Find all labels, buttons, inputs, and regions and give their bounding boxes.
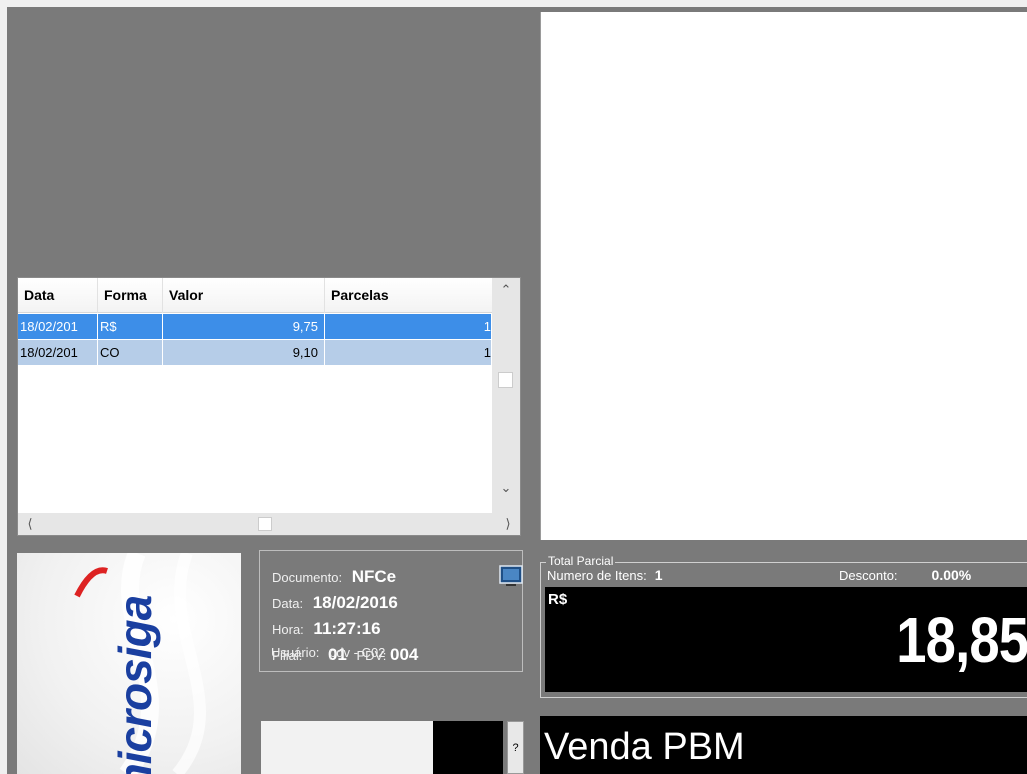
total-parcial-group: Total Parcial Numero de Itens: 1 Desconto… bbox=[540, 554, 1027, 698]
desconto: Desconto: 0.00% bbox=[839, 567, 971, 583]
currency-label: R$ bbox=[548, 591, 568, 608]
usuario-line: Usuário: pdv - C02 bbox=[271, 645, 385, 660]
chevron-right-icon[interactable]: ⟩ bbox=[496, 513, 520, 535]
hora-value: 11:27:16 bbox=[313, 619, 381, 638]
total-parcial-legend: Total Parcial bbox=[546, 554, 616, 568]
display-panel bbox=[540, 12, 1027, 540]
data-line: Data: 18/02/2016 bbox=[272, 593, 398, 613]
column-header-valor[interactable]: Valor bbox=[163, 278, 325, 313]
documento-label: Documento: bbox=[272, 570, 343, 585]
data-value: 18/02/2016 bbox=[312, 593, 398, 612]
grid-header: Data Forma Valor Parcelas bbox=[18, 278, 492, 313]
pdv-value: 004 bbox=[390, 645, 419, 664]
cell-valor: 9,75 bbox=[163, 314, 325, 339]
cell-parcelas: 1 bbox=[325, 314, 492, 339]
chevron-left-icon[interactable]: ⟨ bbox=[18, 513, 42, 535]
cell-data: 18/02/201 bbox=[18, 340, 98, 365]
hora-line: Hora: 11:27:16 bbox=[272, 619, 381, 639]
help-button[interactable]: ? bbox=[507, 721, 524, 774]
horizontal-scrollbar[interactable]: ⟨ ⟩ bbox=[18, 513, 520, 535]
usuario-value: pdv - C02 bbox=[329, 645, 386, 660]
desconto-label: Desconto: bbox=[839, 568, 898, 583]
code-input[interactable] bbox=[261, 721, 433, 774]
data-label: Data: bbox=[272, 596, 304, 611]
numero-itens: Numero de Itens: 1 bbox=[547, 567, 663, 583]
cell-parcelas: 1 bbox=[325, 340, 492, 365]
monitor-icon[interactable] bbox=[499, 565, 523, 587]
documento-value: NFCe bbox=[351, 567, 397, 586]
desconto-value: 0.00% bbox=[931, 567, 972, 583]
column-header-parcelas[interactable]: Parcelas bbox=[325, 278, 492, 313]
chevron-up-icon[interactable]: ⌃ bbox=[492, 278, 520, 302]
cell-forma: CO bbox=[98, 340, 163, 365]
cell-valor: 9,10 bbox=[163, 340, 325, 365]
hora-label: Hora: bbox=[272, 622, 304, 637]
vertical-scrollbar[interactable]: ⌃ ⌄ bbox=[492, 278, 520, 513]
horizontal-scroll-thumb[interactable] bbox=[258, 517, 272, 531]
vertical-scroll-thumb[interactable] bbox=[498, 372, 513, 388]
brand-logo-panel: microsiga bbox=[17, 553, 241, 774]
numero-itens-value: 1 bbox=[654, 567, 663, 583]
total-amount: 18,85 bbox=[896, 604, 1027, 676]
status-message: Venda PBM bbox=[540, 716, 1027, 774]
documento-line: Documento: NFCe bbox=[272, 567, 396, 587]
cell-data: 18/02/201 bbox=[18, 314, 98, 339]
table-row[interactable]: 18/02/201 R$ 9,75 1 bbox=[18, 314, 492, 339]
payments-grid[interactable]: Data Forma Valor Parcelas 18/02/201 R$ 9… bbox=[17, 277, 521, 536]
table-row[interactable]: 18/02/201 CO 9,10 1 bbox=[18, 340, 492, 365]
input-display bbox=[433, 721, 503, 774]
column-header-data[interactable]: Data bbox=[18, 278, 98, 313]
numero-itens-label: Numero de Itens: bbox=[547, 568, 647, 583]
total-display: R$ 18,85 bbox=[545, 587, 1027, 692]
chevron-down-icon[interactable]: ⌄ bbox=[492, 476, 520, 500]
microsiga-logo: microsiga bbox=[109, 595, 161, 774]
logo-mark-icon bbox=[74, 567, 108, 598]
column-header-forma[interactable]: Forma bbox=[98, 278, 163, 313]
usuario-label: Usuário: bbox=[271, 645, 320, 660]
cell-forma: R$ bbox=[98, 314, 163, 339]
